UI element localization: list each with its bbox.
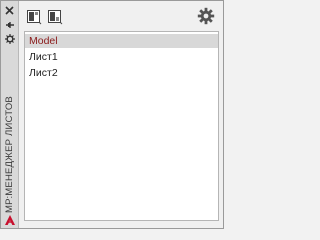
layout-view-icon[interactable] <box>26 9 42 25</box>
layout-item-sheet1[interactable]: Лист1 <box>25 50 218 64</box>
layout-item-sheet2[interactable]: Лист2 <box>25 66 218 80</box>
palette-title-strip[interactable]: МР:МЕНЕДЖЕР ЛИСТОВ <box>1 1 19 228</box>
pin-icon[interactable] <box>3 18 16 31</box>
autocad-logo-icon[interactable] <box>4 213 16 225</box>
layout-item-model[interactable]: Model <box>25 34 218 48</box>
properties-icon[interactable] <box>3 32 16 45</box>
layout-list[interactable]: Model Лист1 Лист2 <box>24 31 219 221</box>
palette-title: МР:МЕНЕДЖЕР ЛИСТОВ <box>2 95 17 213</box>
close-icon[interactable] <box>3 4 16 17</box>
palette-title-text: МР:МЕНЕДЖЕР ЛИСТОВ <box>4 95 15 213</box>
toolbar <box>19 1 223 31</box>
settings-icon[interactable] <box>197 7 215 25</box>
model-view-icon[interactable] <box>47 9 63 25</box>
sheet-manager-palette: МР:МЕНЕДЖЕР ЛИСТОВ Model Лист1 Лист2 <box>0 0 224 229</box>
